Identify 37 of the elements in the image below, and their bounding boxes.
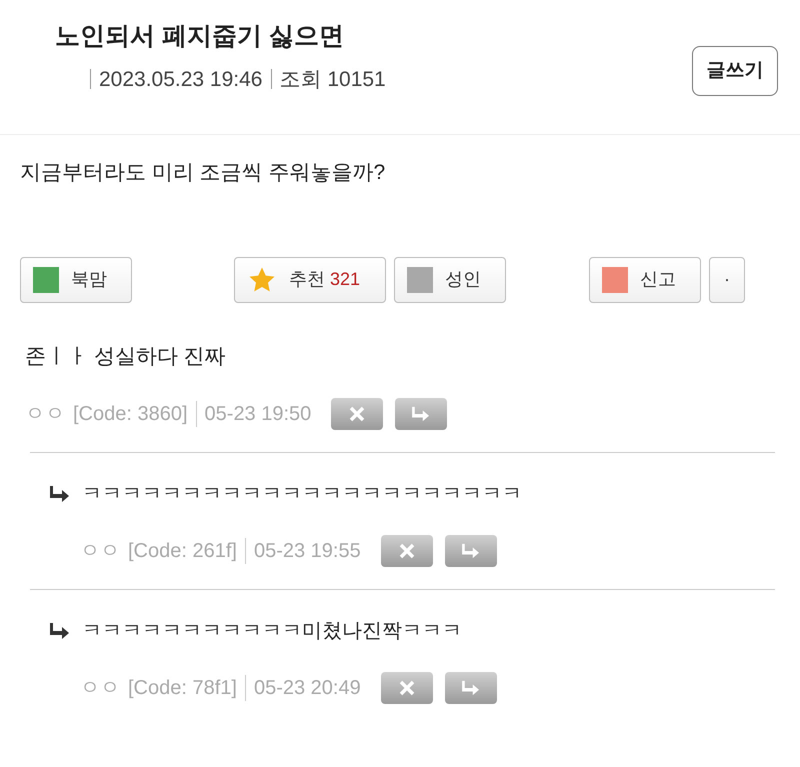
comment-time: 05-23 19:50 [204,402,312,427]
action-button[interactable]: 성인 [394,256,506,302]
action-button[interactable]: 신고 [589,256,701,302]
reply-arrow-icon [50,622,70,640]
post-body: 지금부터라도 미리 조금씩 주워놓을까? [19,160,386,186]
write-button[interactable]: 글쓰기 [692,46,778,96]
more-button[interactable]: · [709,256,745,302]
post-views: 조회 10151 [280,66,386,92]
reply-text: ㅋㅋㅋㅋㅋㅋㅋㅋㅋㅋㅋㅋㅋㅋㅋㅋㅋㅋㅋㅋㅋㅋ [82,482,522,507]
close-icon [398,680,415,696]
recommend-button[interactable]: 추천 321 [234,256,386,302]
comment-code: [Code: 78f1] [128,676,237,701]
comment-time: 05-23 19:55 [254,539,361,564]
comment-author: ㅇㅇ [80,539,120,564]
reply-arrow-icon [462,680,480,696]
comment-code: [Code: 261f] [128,539,237,564]
comment-text: 존ㅣㅏ 성실하다 진짜 [25,344,227,370]
reply-arrow-icon [50,485,70,503]
close-icon [398,543,415,559]
delete-button[interactable] [380,672,433,704]
comment-author: ㅇㅇ [80,676,120,701]
post-date: 2023.05.23 19:46 [99,66,262,92]
reply-text: ㅋㅋㅋㅋㅋㅋㅋㅋㅋㅋㅋ미쳤나진짝ㅋㅋㅋ [82,619,462,644]
delete-button[interactable] [331,398,384,430]
reply-arrow-icon [462,543,480,559]
close-icon [349,406,366,422]
reply-button[interactable] [444,535,497,567]
reply-button[interactable] [395,398,448,430]
reply-arrow-icon [412,406,430,422]
post-title: 노인되서 폐지줍기 싫으면 [55,21,345,52]
recommend-label: 추천 321 [289,268,360,291]
delete-button[interactable] [380,535,433,567]
comment-author: ㅇㅇ [25,402,65,427]
comment-time: 05-23 20:49 [254,676,361,701]
action-button[interactable]: 북맘 [20,256,132,302]
comment-code: [Code: 3860] [73,402,188,427]
reply-button[interactable] [444,672,497,704]
